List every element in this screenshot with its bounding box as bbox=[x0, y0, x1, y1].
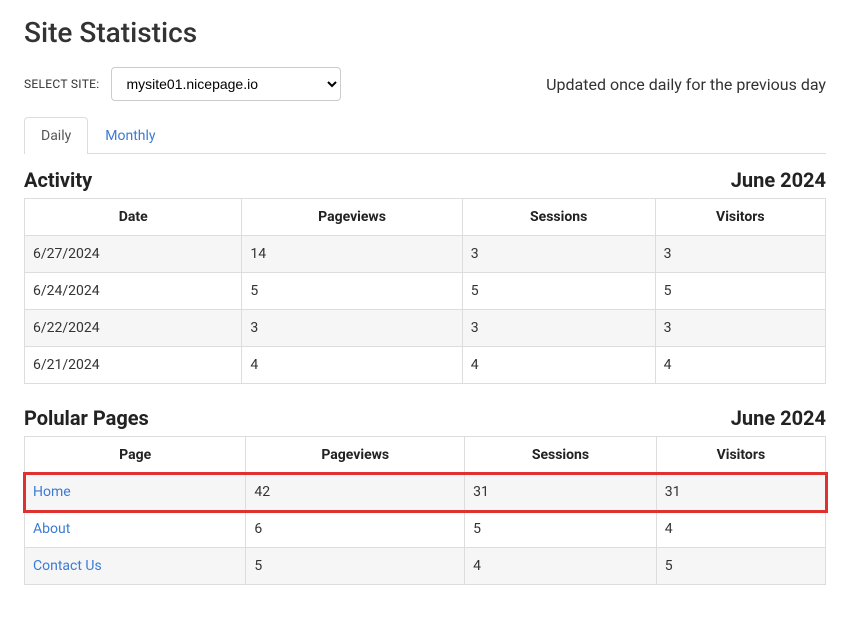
cell-pageviews: 5 bbox=[246, 548, 465, 585]
table-row: 6/27/20241433 bbox=[25, 236, 826, 273]
cell-pageviews: 3 bbox=[242, 310, 462, 347]
activity-period: June 2024 bbox=[731, 168, 826, 192]
cell-date: 6/27/2024 bbox=[25, 236, 242, 273]
page-link[interactable]: Home bbox=[33, 484, 71, 500]
table-row: 6/22/2024333 bbox=[25, 310, 826, 347]
top-row: SELECT SITE: mysite01.nicepage.io Update… bbox=[24, 67, 826, 101]
cell-page: Contact Us bbox=[25, 548, 246, 585]
cell-pageviews: 4 bbox=[242, 347, 462, 384]
cell-sessions: 4 bbox=[465, 548, 657, 585]
page-link[interactable]: About bbox=[33, 521, 70, 537]
popular-col-visitors: Visitors bbox=[656, 437, 825, 474]
tabs: Daily Monthly bbox=[24, 117, 826, 154]
cell-date: 6/21/2024 bbox=[25, 347, 242, 384]
popular-table: Page Pageviews Sessions Visitors Home423… bbox=[24, 436, 826, 585]
cell-sessions: 4 bbox=[462, 347, 655, 384]
cell-date: 6/22/2024 bbox=[25, 310, 242, 347]
cell-pageviews: 42 bbox=[246, 474, 465, 511]
cell-sessions: 5 bbox=[465, 511, 657, 548]
cell-sessions: 31 bbox=[465, 474, 657, 511]
cell-visitors: 3 bbox=[655, 310, 825, 347]
table-row: Contact Us 545 bbox=[25, 548, 826, 585]
activity-col-pageviews: Pageviews bbox=[242, 199, 462, 236]
cell-visitors: 3 bbox=[655, 236, 825, 273]
activity-col-visitors: Visitors bbox=[655, 199, 825, 236]
popular-header: Polular Pages June 2024 bbox=[24, 406, 826, 430]
popular-period: June 2024 bbox=[731, 406, 826, 430]
popular-title: Polular Pages bbox=[24, 406, 149, 430]
activity-col-date: Date bbox=[25, 199, 242, 236]
site-select-wrap: SELECT SITE: mysite01.nicepage.io bbox=[24, 67, 341, 101]
table-row: 6/21/2024444 bbox=[25, 347, 826, 384]
cell-date: 6/24/2024 bbox=[25, 273, 242, 310]
table-row: Home423131 bbox=[25, 474, 826, 511]
cell-sessions: 5 bbox=[462, 273, 655, 310]
table-row: About 654 bbox=[25, 511, 826, 548]
popular-col-page: Page bbox=[25, 437, 246, 474]
cell-visitors: 4 bbox=[656, 511, 825, 548]
cell-pageviews: 14 bbox=[242, 236, 462, 273]
table-row: 6/24/2024555 bbox=[25, 273, 826, 310]
cell-pageviews: 5 bbox=[242, 273, 462, 310]
cell-page: Home bbox=[25, 474, 246, 511]
page-link[interactable]: Contact Us bbox=[33, 558, 102, 574]
cell-page: About bbox=[25, 511, 246, 548]
tab-daily[interactable]: Daily bbox=[24, 117, 88, 154]
popular-col-sessions: Sessions bbox=[465, 437, 657, 474]
cell-visitors: 5 bbox=[656, 548, 825, 585]
update-note: Updated once daily for the previous day bbox=[546, 75, 826, 94]
activity-col-sessions: Sessions bbox=[462, 199, 655, 236]
cell-visitors: 31 bbox=[656, 474, 825, 511]
cell-sessions: 3 bbox=[462, 310, 655, 347]
page-title: Site Statistics bbox=[24, 16, 826, 49]
activity-table: Date Pageviews Sessions Visitors 6/27/20… bbox=[24, 198, 826, 384]
cell-visitors: 4 bbox=[655, 347, 825, 384]
popular-col-pageviews: Pageviews bbox=[246, 437, 465, 474]
cell-sessions: 3 bbox=[462, 236, 655, 273]
select-site-label: SELECT SITE: bbox=[24, 77, 99, 91]
tab-monthly[interactable]: Monthly bbox=[88, 117, 172, 154]
cell-visitors: 5 bbox=[655, 273, 825, 310]
activity-header: Activity June 2024 bbox=[24, 168, 826, 192]
site-select[interactable]: mysite01.nicepage.io bbox=[111, 67, 341, 101]
cell-pageviews: 6 bbox=[246, 511, 465, 548]
activity-title: Activity bbox=[24, 168, 92, 192]
